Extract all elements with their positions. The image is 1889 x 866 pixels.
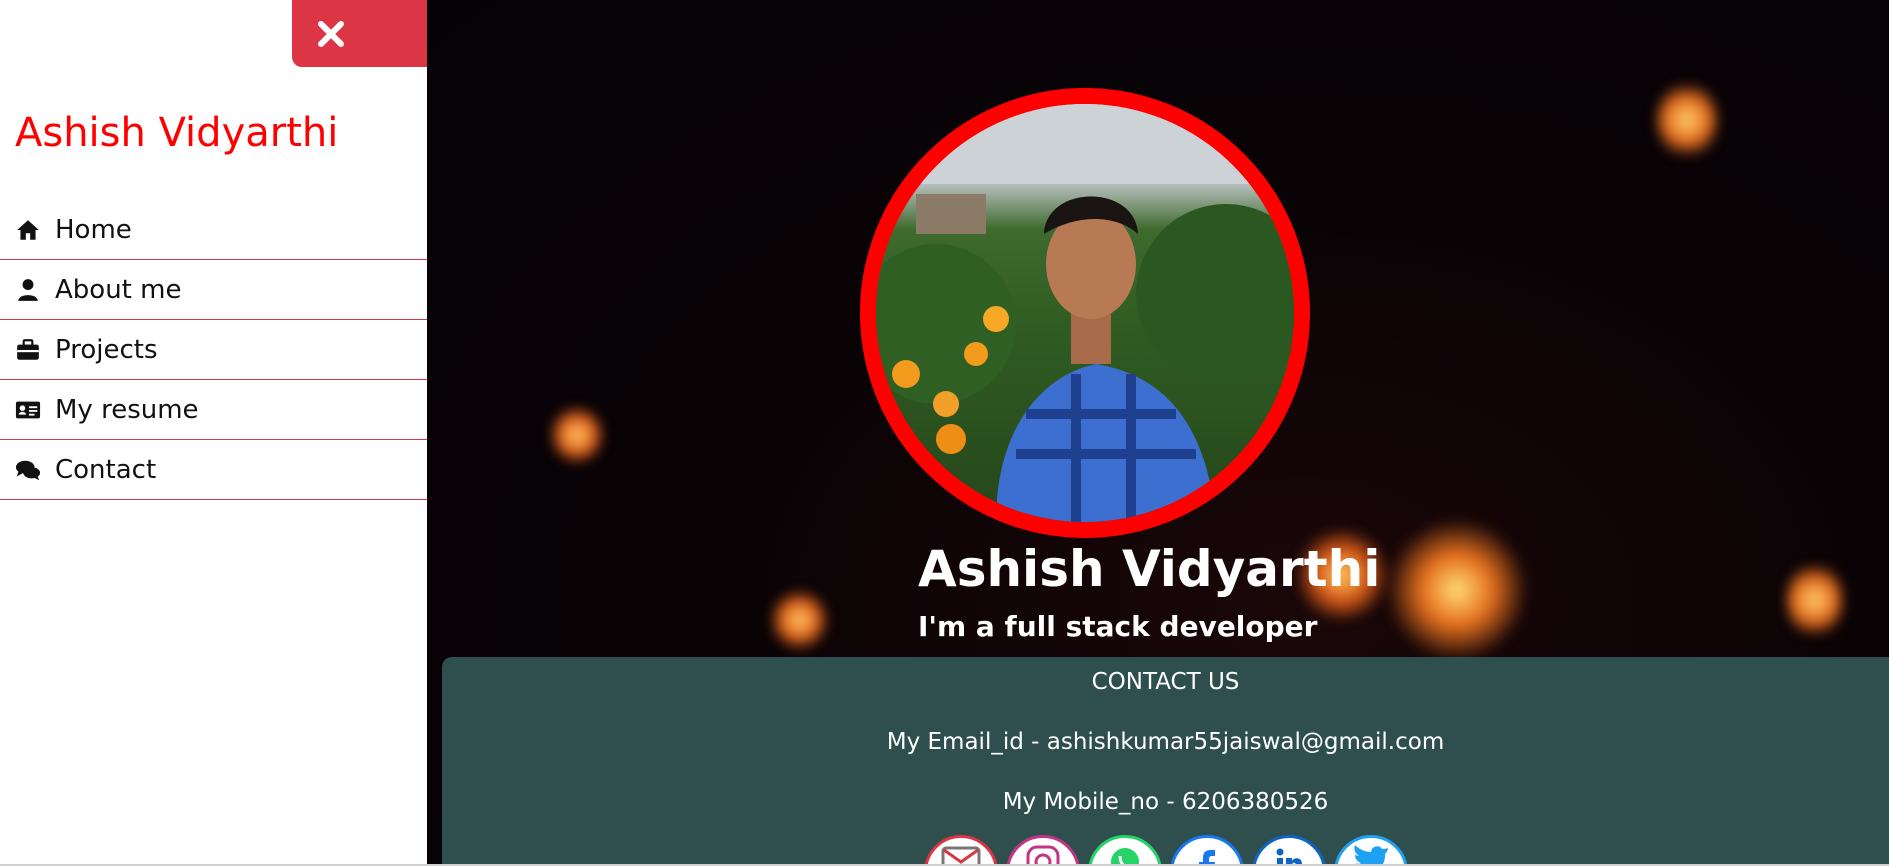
hero-name: Ashish Vidyarthi <box>918 540 1381 598</box>
instagram-icon <box>1026 845 1059 866</box>
close-sidebar-button[interactable] <box>292 0 427 67</box>
contact-mobile[interactable]: My Mobile_no - 6206380526 <box>442 789 1889 815</box>
hero-tagline: I'm a full stack developer <box>918 610 1318 643</box>
lantern-glow <box>1387 520 1527 660</box>
user-icon <box>18 278 38 301</box>
gmail-icon <box>941 846 980 866</box>
comments-icon <box>15 460 41 480</box>
lantern-glow <box>1657 80 1717 160</box>
whatsapp-icon <box>1110 848 1139 866</box>
briefcase-icon <box>17 338 39 360</box>
sidebar-item-label: Home <box>55 214 132 245</box>
home-icon <box>17 219 39 240</box>
contact-email[interactable]: My Email_id - ashishkumar55jaiswal@gmail… <box>442 729 1889 755</box>
lantern-glow <box>552 405 602 465</box>
sidebar-nav: Home About me Projects My resume Contact <box>0 200 427 500</box>
sidebar-item-label: About me <box>55 274 182 305</box>
sidebar-item-label: Contact <box>55 454 157 485</box>
contact-title: CONTACT US <box>1091 669 1240 695</box>
linkedin-link[interactable] <box>1251 835 1326 866</box>
contact-panel: CONTACT US My Email_id - ashishkumar55ja… <box>442 657 1889 866</box>
sidebar: Ashish Vidyarthi Home About me Projects <box>0 0 427 866</box>
instagram-link[interactable] <box>1005 835 1080 866</box>
profile-photo-illustration <box>876 104 1294 522</box>
sidebar-item-about[interactable]: About me <box>0 260 427 320</box>
profile-photo <box>860 88 1310 538</box>
twitter-icon <box>1353 845 1388 866</box>
sidebar-item-label: My resume <box>55 394 199 425</box>
sidebar-item-projects[interactable]: Projects <box>0 320 427 380</box>
sidebar-item-home[interactable]: Home <box>0 200 427 260</box>
gmail-link[interactable] <box>923 835 998 866</box>
lantern-glow <box>772 590 827 650</box>
sidebar-item-contact[interactable]: Contact <box>0 440 427 500</box>
id-card-icon <box>15 401 41 418</box>
social-links <box>442 835 1889 866</box>
linkedin-icon <box>1276 848 1302 866</box>
lantern-glow <box>1787 560 1842 640</box>
twitter-link[interactable] <box>1333 835 1408 866</box>
facebook-link[interactable] <box>1169 835 1244 866</box>
sidebar-item-label: Projects <box>55 334 158 365</box>
facebook-icon <box>1198 850 1215 866</box>
brand-title[interactable]: Ashish Vidyarthi <box>15 110 338 156</box>
whatsapp-link[interactable] <box>1087 835 1162 866</box>
close-icon <box>318 20 344 47</box>
sidebar-item-resume[interactable]: My resume <box>0 380 427 440</box>
